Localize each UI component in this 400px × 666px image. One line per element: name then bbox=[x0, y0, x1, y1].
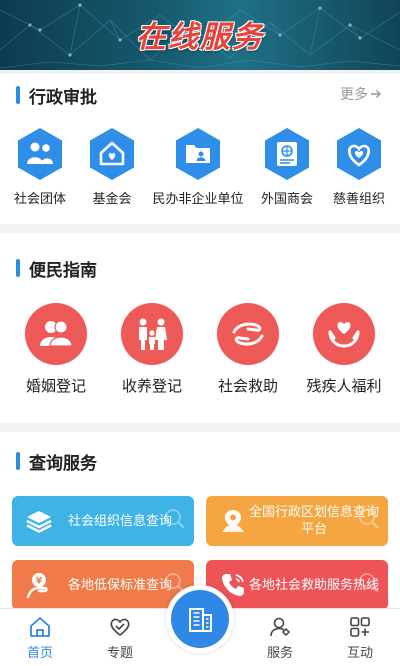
guide-item-label: 社会救助 bbox=[217, 377, 278, 395]
hand-heart-icon bbox=[328, 322, 360, 348]
nav-label: 专题 bbox=[106, 646, 133, 661]
nav-label: 服务 bbox=[266, 646, 293, 661]
approval-item-label: 基金会 bbox=[92, 192, 132, 207]
approval-item-label: 慈善组织 bbox=[332, 192, 385, 207]
approval-item-label: 外国商会 bbox=[260, 192, 313, 207]
more-label: 更多 bbox=[340, 87, 368, 103]
guide-items: 婚姻登记 收养登记 社会救助 残疾人福利 bbox=[0, 303, 400, 396]
guide-section: 便民指南 婚姻登记 收养登记 社会救助 残疾人福利 bbox=[0, 233, 400, 423]
section-accent-bar bbox=[16, 452, 20, 470]
guide-item-marriage[interactable]: 婚姻登记 bbox=[8, 303, 104, 396]
query-card-subsistence[interactable]: ¥ 各地低保标准查询 bbox=[12, 560, 194, 610]
query-card-admin-division[interactable]: 全国行政区划信息查询平台 bbox=[206, 496, 388, 546]
guide-item-label: 残疾人福利 bbox=[306, 377, 382, 395]
nav-item-topics[interactable]: 专题 bbox=[90, 615, 150, 661]
person-money-icon: ¥ bbox=[24, 570, 54, 600]
approval-item-charity[interactable]: 慈善组织 bbox=[327, 126, 391, 207]
banner: 在线服务 bbox=[0, 0, 400, 70]
section-accent-bar bbox=[16, 259, 20, 277]
nav-label: 首页 bbox=[26, 646, 53, 661]
layers-icon bbox=[24, 506, 54, 536]
hex-badge bbox=[15, 126, 65, 182]
hex-badge bbox=[262, 126, 312, 182]
document-globe-icon bbox=[265, 128, 309, 180]
map-pin-icon bbox=[218, 506, 248, 536]
approval-section: 行政审批 更多 社会团体 基金会 民办非企业单位 外国商会 慈善组织 bbox=[0, 74, 400, 224]
guide-header: 便民指南 bbox=[16, 257, 97, 281]
hex-badge bbox=[87, 126, 137, 182]
helping-hand-icon bbox=[232, 322, 264, 346]
search-watermark-icon bbox=[165, 509, 185, 529]
circle-badge bbox=[217, 303, 279, 365]
guide-item-label: 收养登记 bbox=[121, 377, 182, 395]
folder-person-icon bbox=[176, 128, 220, 180]
nav-item-interaction[interactable]: 互动 bbox=[330, 615, 390, 661]
search-watermark-icon bbox=[359, 573, 379, 593]
search-watermark-icon bbox=[359, 509, 379, 529]
people-icon bbox=[18, 128, 62, 180]
circle-badge bbox=[121, 303, 183, 365]
query-card-assistance-hotline[interactable]: 各地社会救助服务热线 bbox=[206, 560, 388, 610]
approval-title: 行政审批 bbox=[29, 87, 97, 108]
approval-item-private-non-enterprise[interactable]: 民办非企业单位 bbox=[150, 126, 246, 207]
nav-center-button[interactable] bbox=[166, 585, 234, 653]
apps-icon bbox=[350, 617, 370, 637]
arrow-right-icon bbox=[371, 90, 381, 98]
nav-label: 互动 bbox=[346, 646, 373, 661]
approval-item-foreign-chamber[interactable]: 外国商会 bbox=[255, 126, 319, 207]
nav-center-circle bbox=[171, 590, 229, 648]
query-title: 查询服务 bbox=[29, 453, 97, 474]
couple-icon bbox=[40, 320, 73, 347]
page: 在线服务 行政审批 更多 社会团体 基金会 民办非企业单位 外国商会 慈善组织 … bbox=[0, 0, 400, 666]
approval-item-social-group[interactable]: 社会团体 bbox=[8, 126, 72, 207]
hex-badge bbox=[334, 126, 384, 182]
guide-item-disability-welfare[interactable]: 残疾人福利 bbox=[296, 303, 392, 396]
person-pin-icon bbox=[270, 617, 291, 637]
guide-item-social-assistance[interactable]: 社会救助 bbox=[200, 303, 296, 396]
family-icon bbox=[139, 318, 167, 350]
nav-item-services[interactable]: 服务 bbox=[250, 615, 310, 661]
query-header: 查询服务 bbox=[16, 450, 97, 474]
building-icon bbox=[189, 608, 212, 632]
section-accent-bar bbox=[16, 86, 20, 104]
guide-item-adoption[interactable]: 收养登记 bbox=[104, 303, 200, 396]
svg-text:¥: ¥ bbox=[36, 577, 43, 587]
circle-badge bbox=[313, 303, 375, 365]
approval-item-label: 社会团体 bbox=[13, 192, 66, 207]
approval-item-foundation[interactable]: 基金会 bbox=[80, 126, 144, 207]
guide-item-label: 婚姻登记 bbox=[25, 377, 86, 395]
nav-item-home[interactable]: 首页 bbox=[10, 615, 70, 661]
hex-badge bbox=[173, 126, 223, 182]
heart-icon bbox=[337, 128, 381, 180]
approval-item-label: 民办非企业单位 bbox=[152, 192, 244, 207]
handshake-icon bbox=[110, 618, 130, 637]
more-link[interactable]: 更多 bbox=[340, 84, 382, 104]
guide-title: 便民指南 bbox=[29, 260, 97, 281]
query-card-social-org[interactable]: 社会组织信息查询 bbox=[12, 496, 194, 546]
circle-badge bbox=[25, 303, 87, 365]
home-icon bbox=[30, 617, 50, 637]
house-heart-icon bbox=[90, 128, 134, 180]
banner-title: 在线服务 bbox=[136, 20, 264, 55]
approval-header: 行政审批 bbox=[16, 84, 97, 108]
